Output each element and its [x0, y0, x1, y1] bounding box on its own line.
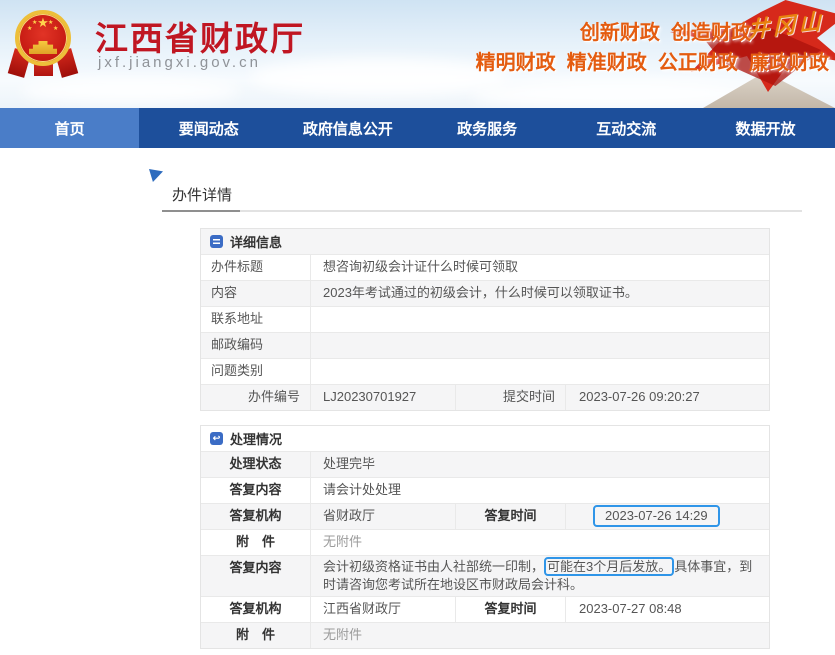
table-row: 处理状态 处理完毕: [201, 451, 769, 477]
site-header: ★ ★ ★ ★ ★ 江西省财政厅 jxf.jiangxi.gov.cn 创新财政…: [0, 0, 835, 108]
table-row: 答复机构 省财政厅 答复时间 2023-07-26 14:29: [201, 503, 769, 529]
national-emblem-logo[interactable]: ★ ★ ★ ★ ★: [6, 4, 82, 82]
table-row: 邮政编码: [201, 332, 769, 358]
reply-org: 省财政厅: [311, 504, 456, 529]
row-label: 内容: [201, 281, 311, 306]
table-row: 办件标题 想咨询初级会计证什么时候可领取: [201, 254, 769, 280]
row-label: 答复时间: [456, 597, 566, 622]
reply-icon: [210, 432, 223, 445]
row-label: 答复内容: [201, 556, 311, 596]
row-label: 答复时间: [456, 504, 566, 529]
row-value: 2023年考试通过的初级会计，什么时候可以领取证书。: [311, 281, 769, 306]
cloud-decoration: [250, 58, 510, 96]
row-label: 附 件: [201, 623, 311, 648]
row-label: 邮政编码: [201, 333, 311, 358]
site-url: jxf.jiangxi.gov.cn: [98, 54, 261, 71]
nav-item-services[interactable]: 政务服务: [418, 108, 557, 148]
emblem-star-icon: ★: [53, 26, 58, 32]
row-value: [311, 307, 769, 332]
row-label: 附 件: [201, 530, 311, 555]
emblem-gate-icon: [29, 41, 57, 54]
nav-item-interaction[interactable]: 互动交流: [557, 108, 696, 148]
emblem-star-icon: ★: [27, 26, 32, 32]
attachment-value: 无附件: [311, 623, 769, 648]
process-status: 处理完毕: [311, 452, 769, 477]
slogan-line-2: 精明财政 精准财政 公正财政 廉政财政: [476, 46, 829, 75]
title-divider: [162, 210, 802, 212]
reply-time: 2023-07-27 08:48: [566, 597, 769, 622]
case-number: LJ20230701927: [311, 385, 456, 410]
highlighted-reply-text: 可能在3个月后发放。: [544, 557, 674, 576]
table-row-meta: 办件编号 LJ20230701927 提交时间 2023-07-26 09:20…: [201, 384, 769, 410]
emblem-star-icon: ★: [48, 20, 53, 26]
highlighted-reply-time: 2023-07-26 14:29: [593, 505, 720, 527]
attachment-value: 无附件: [311, 530, 769, 555]
list-icon: [210, 235, 223, 248]
section-title: 详细信息: [230, 232, 282, 251]
process-info-header: 处理情况: [201, 426, 769, 451]
reply-org: 江西省财政厅: [311, 597, 456, 622]
table-row: 答复机构 江西省财政厅 答复时间 2023-07-27 08:48: [201, 596, 769, 622]
row-value: [311, 333, 769, 358]
table-row: 内容 2023年考试通过的初级会计，什么时候可以领取证书。: [201, 280, 769, 306]
nav-item-gov-info[interactable]: 政府信息公开: [278, 108, 417, 148]
reply-text-pre: 会计初级资格证书由人社部统一印制，: [323, 559, 544, 574]
emblem-circle: ★ ★ ★ ★ ★: [15, 10, 71, 66]
table-row: 问题类别: [201, 358, 769, 384]
table-row: 答复内容 会计初级资格证书由人社部统一印制，可能在3个月后发放。具体事宜，到时请…: [201, 555, 769, 596]
nav-item-open-data[interactable]: 数据开放: [696, 108, 835, 148]
row-label: 办件标题: [201, 255, 311, 280]
table-row: 附 件 无附件: [201, 622, 769, 648]
detail-info-header: 详细信息: [201, 229, 769, 254]
emblem-star-icon: ★: [32, 20, 37, 26]
main-nav: 首页 要闻动态 政府信息公开 政务服务 互动交流 数据开放: [0, 108, 835, 148]
slogan-line-1: 创新财政 创造财政: [580, 16, 751, 45]
process-info-table: 处理情况 处理状态 处理完毕 答复内容 请会计处处理 答复机构 省财政厅 答复时…: [200, 425, 770, 649]
submit-time: 2023-07-26 09:20:27: [566, 385, 769, 410]
row-label: 办件编号: [201, 385, 311, 410]
reply-content: 请会计处处理: [311, 478, 769, 503]
row-label: 答复机构: [201, 597, 311, 622]
row-label: 处理状态: [201, 452, 311, 477]
row-label: 答复内容: [201, 478, 311, 503]
corner-triangle-marker: [149, 169, 163, 182]
row-label: 答复机构: [201, 504, 311, 529]
nav-item-news[interactable]: 要闻动态: [139, 108, 278, 148]
row-label: 联系地址: [201, 307, 311, 332]
detail-info-table: 详细信息 办件标题 想咨询初级会计证什么时候可领取 内容 2023年考试通过的初…: [200, 228, 770, 411]
row-label: 提交时间: [456, 385, 566, 410]
site-title[interactable]: 江西省财政厅: [95, 12, 305, 60]
table-row: 联系地址: [201, 306, 769, 332]
row-value: [311, 359, 769, 384]
reply-content: 会计初级资格证书由人社部统一印制，可能在3个月后发放。具体事宜，到时请咨询您考试…: [311, 556, 769, 596]
main-content: 办件详情 详细信息 办件标题 想咨询初级会计证什么时候可领取 内容 2023年考…: [0, 148, 835, 655]
nav-item-home[interactable]: 首页: [0, 108, 139, 148]
table-row: 附 件 无附件: [201, 529, 769, 555]
table-row: 答复内容 请会计处处理: [201, 477, 769, 503]
row-label: 问题类别: [201, 359, 311, 384]
page-title: 办件详情: [172, 184, 232, 205]
row-value: 想咨询初级会计证什么时候可领取: [311, 255, 769, 280]
section-title: 处理情况: [230, 429, 282, 448]
reply-time-cell: 2023-07-26 14:29: [566, 504, 769, 529]
